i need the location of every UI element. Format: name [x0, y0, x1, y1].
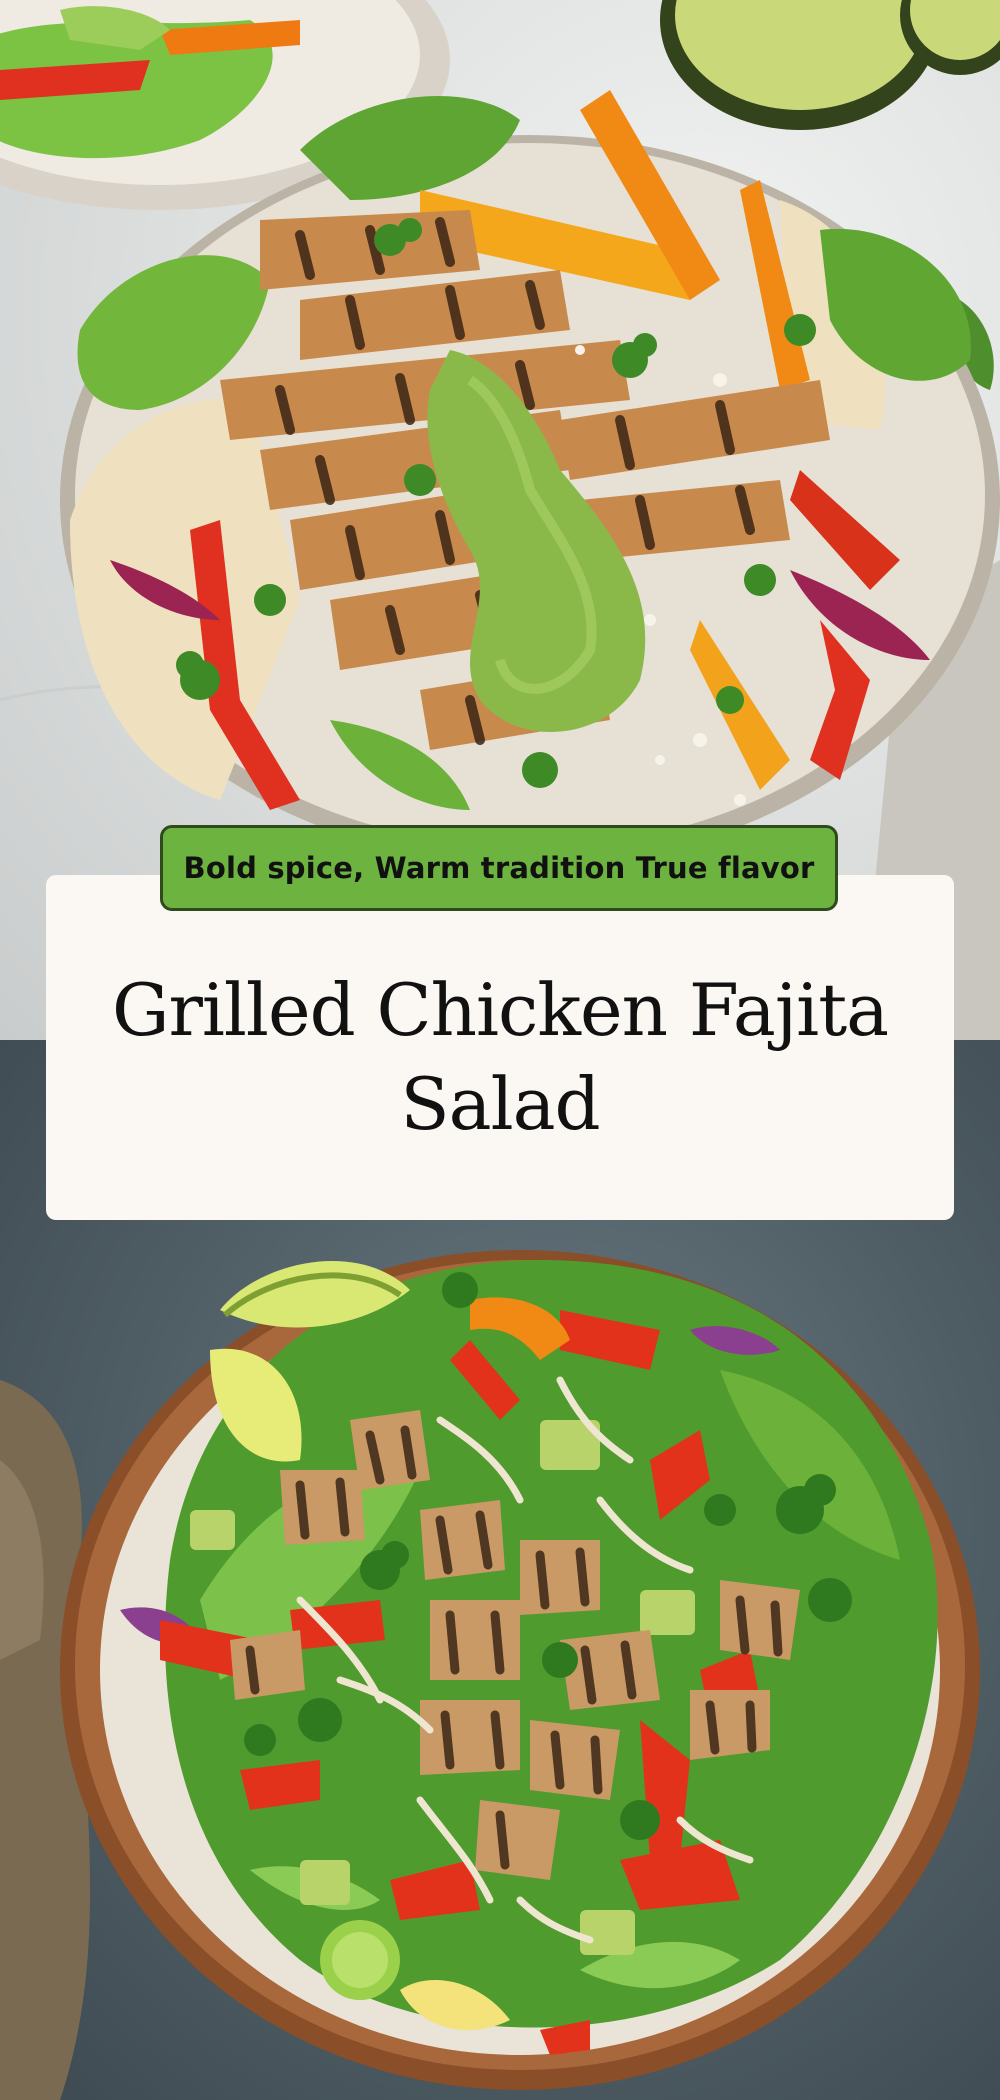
tagline-badge: Bold spice, Warm tradition True flavor — [160, 825, 838, 911]
tagline-text: Bold spice, Warm tradition True flavor — [183, 851, 815, 885]
title-card: Grilled Chicken Fajita Salad — [46, 875, 954, 1220]
recipe-title: Grilled Chicken Fajita Salad — [111, 967, 889, 1146]
recipe-pin: Grilled Chicken Fajita Salad Bold spice,… — [0, 0, 1000, 2100]
